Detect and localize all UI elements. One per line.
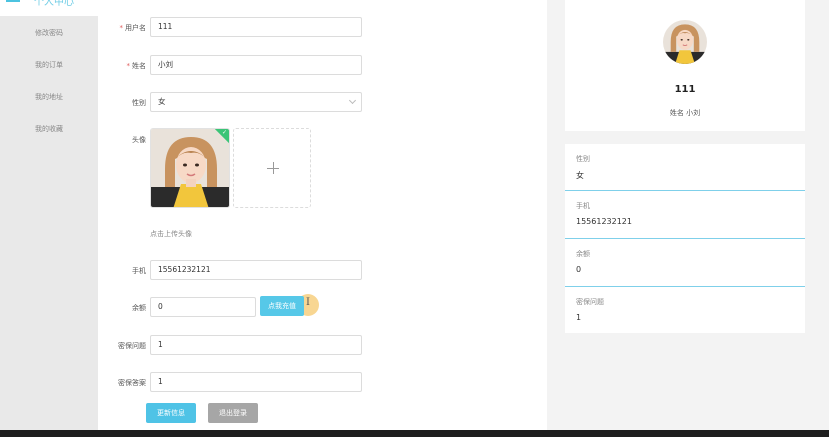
avatar-photo: [663, 20, 707, 64]
text-cursor-icon: I: [306, 297, 310, 308]
sidebar-item-my-favorites[interactable]: 我的收藏: [0, 124, 98, 134]
security-answer-field[interactable]: 1: [150, 372, 362, 392]
sidebar-item-profile[interactable]: 个人中心: [0, 0, 98, 16]
gender-select[interactable]: 女: [150, 92, 362, 112]
info-item-phone: 手机 15561232121: [565, 191, 805, 238]
info-item-gender: 性别 女: [565, 144, 805, 191]
active-indicator: [6, 0, 20, 2]
info-value: 0: [576, 265, 582, 274]
security-answer-label: 密保答案: [118, 379, 146, 387]
recharge-button[interactable]: 点我充值: [260, 296, 304, 316]
sidebar-item-label: 个人中心: [34, 0, 74, 8]
username-label: * 用户名: [119, 24, 147, 32]
balance-label: 余额: [132, 304, 146, 312]
info-label: 余额: [576, 250, 590, 258]
info-label: 性别: [576, 155, 590, 163]
profile-card: 111 姓名 小刘: [565, 0, 805, 131]
info-value: 女: [576, 171, 584, 180]
info-value: 1: [576, 313, 582, 322]
gender-selected-value: 女: [158, 97, 166, 106]
name-field[interactable]: 小刘: [150, 55, 362, 75]
avatar-label: 头像: [132, 136, 146, 144]
sidebar-item-my-orders[interactable]: 我的订单: [0, 60, 98, 70]
update-info-button[interactable]: 更新信息: [146, 403, 196, 423]
avatar: [663, 20, 707, 64]
chevron-down-icon: [348, 96, 357, 105]
info-item-security-question: 密保问题 1: [565, 287, 805, 334]
bottom-edge: [0, 430, 829, 437]
info-item-balance: 余额 0: [565, 239, 805, 286]
profile-info-list: 性别 女 手机 15561232121 余额 0 密保问题 1: [565, 144, 805, 333]
phone-field[interactable]: 15561232121: [150, 260, 362, 280]
balance-field[interactable]: 0: [150, 297, 256, 317]
info-label: 密保问题: [576, 298, 604, 306]
security-question-field[interactable]: 1: [150, 335, 362, 355]
avatar-upload-hint: 点击上传头像: [150, 230, 192, 238]
sidebar-item-my-address[interactable]: 我的地址: [0, 92, 98, 102]
info-label: 手机: [576, 202, 590, 210]
logout-button[interactable]: 退出登录: [208, 403, 258, 423]
profile-form: * 用户名 111 * 姓名 小刘 性别 女 头像 ✓ 点击上传头像 手机 1556…: [98, 0, 547, 430]
avatar-upload-button[interactable]: [233, 128, 311, 208]
name-label: * 姓名: [126, 62, 147, 70]
sidebar-item-change-password[interactable]: 修改密码: [0, 28, 98, 38]
avatar-photo: [151, 129, 229, 207]
check-icon: ✓: [221, 129, 227, 136]
security-question-label: 密保问题: [118, 342, 146, 350]
info-value: 15561232121: [576, 217, 632, 226]
profile-username: 111: [674, 84, 696, 95]
phone-label: 手机: [132, 267, 146, 275]
sidebar: 个人中心 修改密码 我的订单 我的地址 我的收藏: [0, 0, 98, 430]
profile-fullname: 姓名 小刘: [669, 109, 701, 117]
username-field[interactable]: 111: [150, 17, 362, 37]
plus-icon-vertical: [273, 162, 274, 174]
avatar-preview[interactable]: ✓: [150, 128, 230, 208]
gender-label: 性别: [132, 99, 146, 107]
